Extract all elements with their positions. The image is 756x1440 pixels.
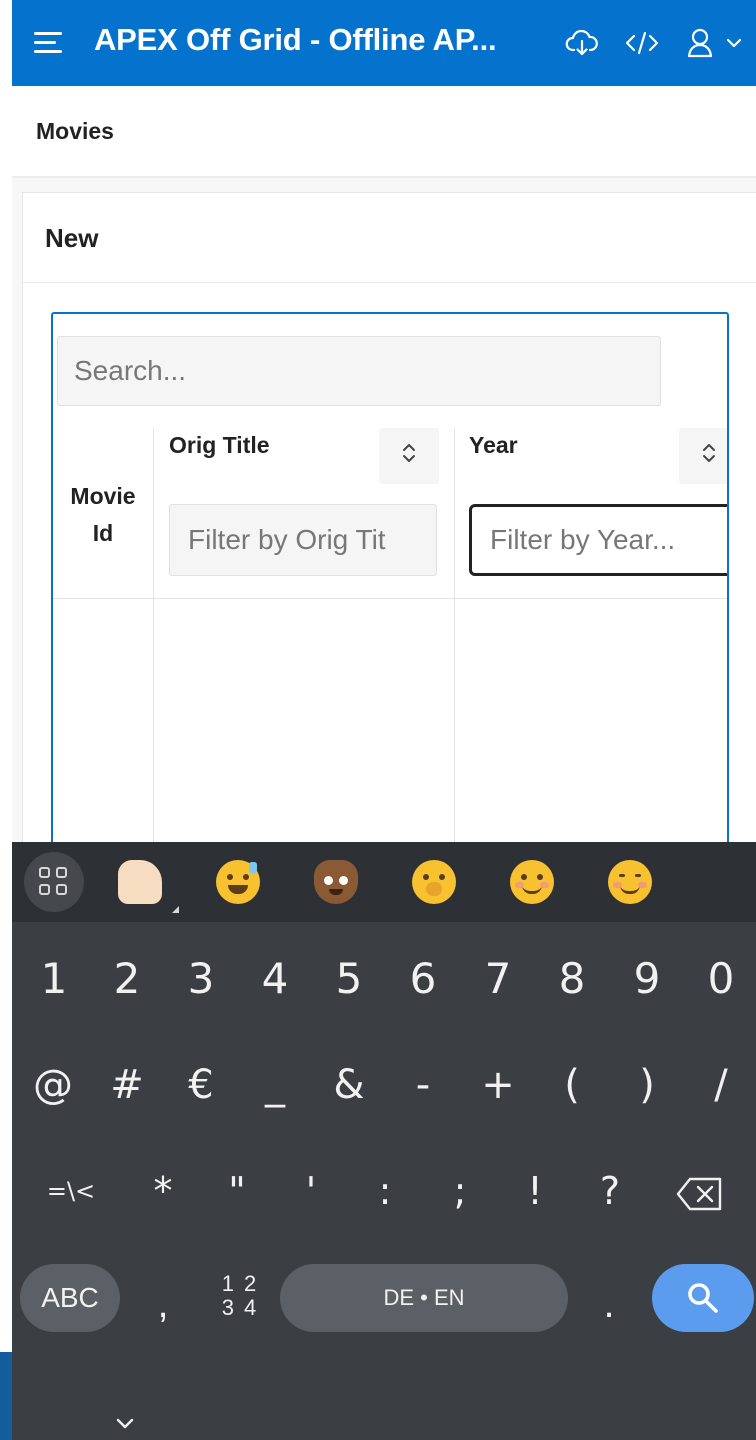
sort-orig-title-button[interactable]	[379, 428, 439, 484]
key-slash[interactable]: /	[688, 1040, 754, 1130]
search-input[interactable]	[57, 336, 661, 406]
key-comma[interactable]: ,	[138, 1264, 188, 1344]
left-edge	[0, 0, 12, 1440]
key-hash[interactable]: #	[94, 1040, 160, 1130]
pile-of-poo-emoji[interactable]	[314, 860, 358, 904]
column-divider	[153, 428, 154, 870]
numpad-key-bottom: 3 4	[221, 1295, 259, 1320]
key-more-symbols[interactable]: =\<	[31, 1146, 111, 1236]
abc-key[interactable]: ABC	[20, 1264, 120, 1332]
key-question[interactable]: ?	[577, 1146, 643, 1236]
search-icon	[688, 1283, 718, 1313]
key-7[interactable]: 7	[465, 934, 531, 1024]
hide-keyboard-icon[interactable]	[110, 1414, 140, 1439]
chevron-down-icon	[726, 38, 742, 48]
space-key[interactable]: DE • EN	[280, 1264, 568, 1332]
column-divider	[454, 428, 455, 870]
menu-icon[interactable]	[34, 28, 66, 58]
key-close-paren[interactable]: )	[614, 1040, 680, 1130]
key-6[interactable]: 6	[390, 934, 456, 1024]
key-double-quote[interactable]: "	[204, 1146, 270, 1236]
left-edge-accent	[0, 1352, 12, 1440]
breadcrumb: Movies	[12, 86, 756, 178]
key-minus[interactable]: -	[390, 1040, 456, 1130]
code-icon[interactable]	[624, 25, 660, 66]
key-colon[interactable]: :	[352, 1146, 418, 1236]
app-header: APEX Off Grid - Offline AP...	[12, 0, 756, 86]
smiling-face-with-smiling-eyes-emoji[interactable]	[608, 860, 652, 904]
page-title: Movies	[36, 118, 114, 144]
filter-orig-title-input[interactable]	[169, 504, 437, 576]
key-2[interactable]: 2	[94, 934, 160, 1024]
column-header-movie-id: Movie Id	[70, 483, 136, 546]
key-semicolon[interactable]: ;	[427, 1146, 493, 1236]
key-exclamation[interactable]: !	[502, 1146, 568, 1236]
smiling-face-emoji[interactable]	[510, 860, 554, 904]
key-4[interactable]: 4	[242, 934, 308, 1024]
key-underscore[interactable]: _	[242, 1040, 308, 1130]
region-title: New	[45, 223, 99, 253]
key-at[interactable]: @	[20, 1040, 86, 1130]
skin-tone-indicator	[172, 906, 179, 913]
key-single-quote[interactable]: '	[278, 1146, 344, 1236]
key-plus[interactable]: +	[465, 1040, 531, 1130]
user-icon	[687, 28, 713, 58]
numpad-key-top: 1 2	[221, 1271, 259, 1296]
sort-year-button[interactable]	[679, 428, 727, 484]
grinning-sweat-emoji[interactable]	[216, 860, 260, 904]
soft-keyboard: 1 2 3 4 5 6 7 8 9 0 @ # € _ & - + ( ) / …	[12, 842, 756, 1440]
key-period[interactable]: .	[584, 1264, 634, 1344]
sort-icon	[403, 444, 415, 462]
key-euro[interactable]: €	[168, 1040, 234, 1130]
user-menu[interactable]	[686, 25, 750, 66]
key-1[interactable]: 1	[21, 934, 87, 1024]
thumbs-up-emoji[interactable]	[118, 860, 162, 904]
app-title: APEX Off Grid - Offline AP...	[94, 22, 497, 57]
column-header-year: Year	[469, 432, 518, 458]
key-0[interactable]: 0	[688, 934, 754, 1024]
backspace-icon[interactable]	[676, 1176, 724, 1217]
yawning-face-emoji[interactable]	[412, 860, 456, 904]
key-5[interactable]: 5	[316, 934, 382, 1024]
key-ampersand[interactable]: &	[316, 1040, 382, 1130]
numpad-key[interactable]: 1 2 3 4	[210, 1272, 270, 1328]
key-3[interactable]: 3	[168, 934, 234, 1024]
region-header: New	[23, 193, 756, 283]
emoji-suggestion-bar	[12, 842, 756, 922]
key-9[interactable]: 9	[614, 934, 680, 1024]
keyboard-search-button[interactable]	[652, 1264, 754, 1332]
cloud-download-icon[interactable]	[564, 25, 600, 66]
sort-icon	[703, 444, 715, 462]
header-row-divider	[53, 598, 727, 599]
filter-year-input[interactable]	[469, 504, 727, 576]
grid: Movie Id Orig Title Year	[51, 312, 729, 872]
key-asterisk[interactable]: *	[130, 1146, 196, 1236]
column-header-orig-title: Orig Title	[169, 432, 270, 458]
key-open-paren[interactable]: (	[539, 1040, 605, 1130]
region-new: New Movie Id Orig Title Year	[22, 192, 756, 872]
key-8[interactable]: 8	[539, 934, 605, 1024]
emoji-grid-button[interactable]	[24, 852, 84, 912]
